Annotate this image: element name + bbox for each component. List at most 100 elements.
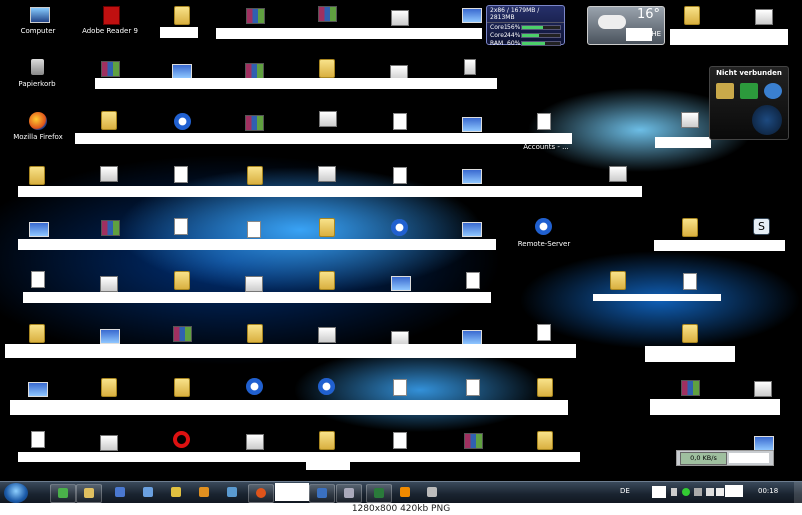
folder-icon[interactable] (610, 271, 626, 290)
language-indicator[interactable]: DE (620, 487, 630, 495)
image-file-icon[interactable] (462, 117, 482, 132)
taskbar-app[interactable] (309, 484, 335, 503)
image-file-icon[interactable] (391, 276, 411, 291)
skype-logo-icon[interactable] (764, 83, 782, 99)
taskbar-app[interactable] (50, 484, 76, 503)
folder-icon[interactable] (684, 6, 700, 25)
folder-icon[interactable] (319, 271, 335, 290)
winrar-archive-icon[interactable] (681, 380, 700, 396)
desktop-icon-label[interactable]: Remote-Server (514, 240, 574, 248)
skype-gadget[interactable]: Nicht verbunden (709, 66, 789, 140)
document-icon[interactable] (393, 167, 407, 184)
winrar-archive-icon[interactable] (101, 220, 120, 236)
word-document-icon[interactable] (174, 166, 188, 183)
folder-icon[interactable] (29, 166, 45, 185)
desktop-icon-label[interactable]: Computer (18, 27, 58, 35)
desktop-icon-label[interactable]: Mozilla Firefox (10, 133, 66, 141)
winrar-archive-icon[interactable] (101, 61, 120, 77)
folder-icon[interactable] (319, 431, 335, 450)
network-icon[interactable] (754, 381, 772, 397)
taskbar-app[interactable] (366, 484, 392, 503)
application-icon[interactable] (464, 59, 476, 75)
image-file-icon[interactable] (462, 8, 482, 23)
lock-icon[interactable] (609, 166, 627, 182)
installer-icon[interactable] (681, 112, 699, 128)
volume-icon[interactable] (716, 488, 724, 496)
application-icon[interactable] (391, 10, 409, 26)
taskbar-quicklaunch[interactable] (220, 484, 244, 501)
taskbar-quicklaunch[interactable] (136, 484, 160, 501)
winrar-archive-icon[interactable] (246, 8, 265, 24)
shortcut-icon[interactable] (318, 378, 335, 395)
application-icon[interactable] (100, 276, 118, 292)
taskbar-quicklaunch[interactable] (108, 484, 132, 501)
application-icon[interactable] (245, 276, 263, 292)
folder-icon[interactable] (174, 271, 190, 290)
show-desktop-button[interactable] (794, 482, 802, 504)
document-icon[interactable] (31, 271, 45, 288)
weather-gadget[interactable]: 16° HE (587, 6, 665, 45)
firefox-icon[interactable] (29, 112, 47, 130)
winrar-archive-icon[interactable] (318, 6, 337, 22)
document-icon[interactable] (31, 431, 45, 448)
folder-icon[interactable] (101, 111, 117, 130)
taskbar-app[interactable] (336, 484, 362, 503)
folder-icon[interactable] (319, 59, 335, 78)
document-icon[interactable] (393, 379, 407, 396)
start-button[interactable] (4, 483, 28, 503)
image-file-icon[interactable] (29, 222, 49, 237)
document-icon[interactable] (247, 221, 261, 238)
phone-icon[interactable] (740, 83, 758, 99)
document-icon[interactable] (393, 113, 407, 130)
document-icon[interactable] (174, 218, 188, 235)
document-icon[interactable] (537, 113, 551, 130)
document-icon[interactable] (683, 273, 697, 290)
network-icon[interactable] (246, 434, 264, 450)
document-icon[interactable] (466, 272, 480, 289)
image-file-icon[interactable] (462, 330, 482, 345)
taskbar-quicklaunch[interactable] (420, 484, 444, 501)
application-icon[interactable] (100, 166, 118, 182)
folder-icon[interactable] (29, 324, 45, 343)
download-icon[interactable] (319, 111, 337, 127)
cpu-meter-gadget[interactable]: 2x86 / 1679MB / 2813MB Core1 56% Core2 4… (486, 5, 565, 47)
skype-contacts-icon[interactable] (716, 83, 734, 99)
image-file-icon[interactable] (462, 169, 482, 184)
folder-icon[interactable] (537, 378, 553, 397)
tray-arrow-icon[interactable] (671, 488, 677, 496)
folder-icon[interactable] (537, 431, 553, 450)
clock[interactable]: 00:18 (758, 487, 778, 495)
download-icon[interactable] (318, 166, 336, 182)
adobe-reader-icon[interactable] (103, 6, 120, 25)
image-file-icon[interactable] (754, 436, 774, 451)
shortcut-icon[interactable] (174, 113, 191, 130)
opera-icon[interactable] (173, 431, 190, 448)
recycle-bin-icon[interactable] (31, 59, 44, 75)
winrar-archive-icon[interactable] (245, 115, 264, 131)
folder-icon[interactable] (247, 324, 263, 343)
skype-icon[interactable]: S (753, 218, 770, 235)
image-file-icon[interactable] (28, 382, 48, 397)
application-icon[interactable] (318, 327, 336, 343)
folder-icon[interactable] (319, 218, 335, 237)
taskbar-quicklaunch[interactable] (164, 484, 188, 501)
winrar-archive-icon[interactable] (245, 63, 264, 79)
shortcut-icon[interactable] (246, 378, 263, 395)
winrar-archive-icon[interactable] (173, 326, 192, 342)
folder-icon[interactable] (101, 378, 117, 397)
winrar-archive-icon[interactable] (464, 433, 483, 449)
document-icon[interactable] (537, 324, 551, 341)
taskbar-quicklaunch[interactable] (192, 484, 216, 501)
folder-icon[interactable] (682, 324, 698, 343)
taskbar-explorer[interactable] (76, 484, 102, 503)
folder-icon[interactable] (247, 166, 263, 185)
document-icon[interactable] (466, 379, 480, 396)
folder-icon[interactable] (174, 6, 190, 25)
network-speed-gadget[interactable]: 0,0 KB/s (676, 450, 774, 466)
taskbar-firefox[interactable] (248, 484, 274, 503)
computer-icon[interactable] (30, 7, 50, 23)
image-file-icon[interactable] (100, 329, 120, 344)
application-icon[interactable] (100, 435, 118, 451)
document-icon[interactable] (755, 9, 773, 25)
desktop-icon-label[interactable]: Adobe Reader 9 (82, 27, 138, 35)
